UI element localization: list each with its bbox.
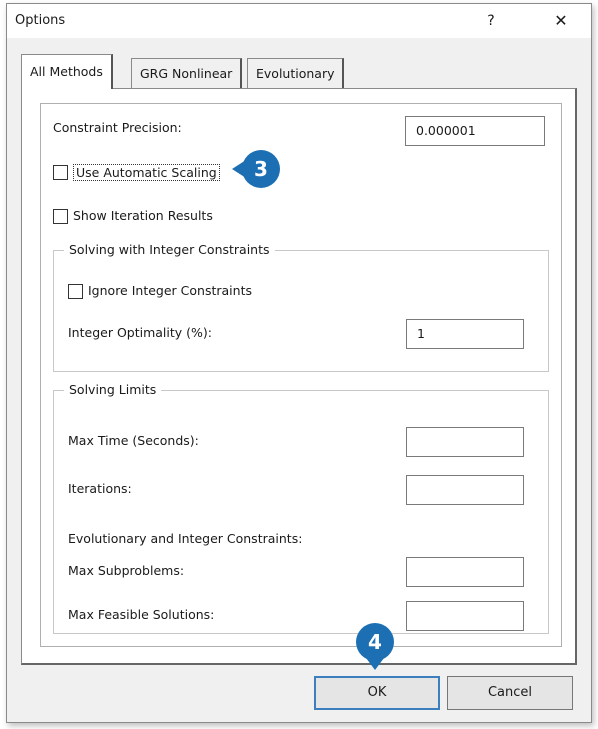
callout-badge-scaling: 3 — [242, 150, 280, 188]
max-time-input[interactable] — [406, 427, 524, 457]
use-automatic-scaling-label[interactable]: Use Automatic Scaling — [73, 164, 220, 181]
constraint-precision-label: Constraint Precision: — [53, 120, 182, 135]
options-frame: Constraint Precision: 0.000001 Use Autom… — [40, 103, 562, 647]
solving-limits-group: Solving Limits Max Time (Seconds): Itera… — [53, 382, 549, 634]
iterations-input[interactable] — [406, 475, 524, 505]
ignore-integer-constraints-checkbox[interactable] — [68, 284, 83, 299]
use-automatic-scaling-checkbox[interactable] — [53, 165, 68, 180]
options-dialog: Options ? ✕ All Methods GRG Nonlinear Ev… — [6, 3, 592, 723]
integer-optimality-input[interactable]: 1 — [406, 319, 524, 349]
max-time-label: Max Time (Seconds): — [68, 433, 199, 448]
tab-evolutionary[interactable]: Evolutionary — [247, 58, 345, 88]
cancel-button[interactable]: Cancel — [447, 676, 573, 710]
callout-badge-ok: 4 — [356, 623, 394, 661]
show-iteration-results-checkbox[interactable] — [53, 209, 68, 224]
close-icon[interactable]: ✕ — [547, 10, 575, 32]
title-bar: Options ? ✕ — [7, 4, 591, 38]
ignore-integer-constraints-label[interactable]: Ignore Integer Constraints — [88, 283, 252, 298]
tab-all-methods[interactable]: All Methods — [21, 54, 113, 89]
integer-constraints-title: Solving with Integer Constraints — [64, 242, 275, 257]
max-subproblems-label: Max Subproblems: — [68, 563, 185, 578]
evolutionary-integer-heading: Evolutionary and Integer Constraints: — [68, 531, 303, 546]
help-icon[interactable]: ? — [477, 10, 505, 32]
max-subproblems-input[interactable] — [406, 557, 524, 587]
window-title: Options — [15, 13, 66, 28]
solving-limits-title: Solving Limits — [64, 382, 162, 397]
integer-optimality-label: Integer Optimality (%): — [68, 325, 212, 340]
all-methods-panel: Constraint Precision: 0.000001 Use Autom… — [21, 88, 577, 665]
integer-constraints-group: Solving with Integer Constraints Ignore … — [53, 242, 549, 372]
constraint-precision-input[interactable]: 0.000001 — [405, 116, 545, 146]
iterations-label: Iterations: — [68, 481, 132, 496]
ok-button[interactable]: OK — [314, 676, 440, 710]
max-feasible-solutions-label: Max Feasible Solutions: — [68, 607, 215, 622]
show-iteration-results-label[interactable]: Show Iteration Results — [73, 208, 213, 223]
tab-grg-nonlinear[interactable]: GRG Nonlinear — [131, 58, 243, 88]
max-feasible-solutions-input[interactable] — [406, 601, 524, 631]
